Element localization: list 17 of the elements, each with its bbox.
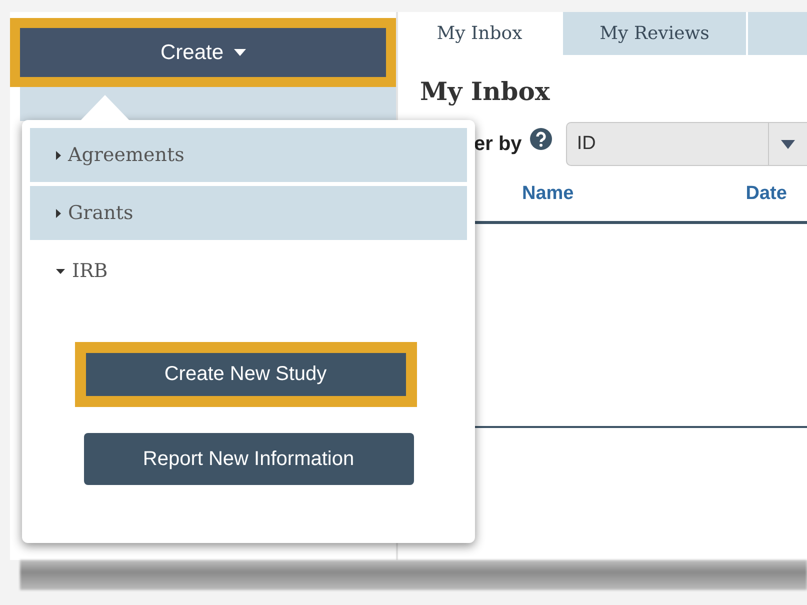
column-header[interactable]: Date: [746, 182, 787, 204]
caret-icon: [234, 49, 246, 56]
column-header[interactable]: Name: [522, 182, 574, 204]
filter-select[interactable]: ID: [566, 122, 807, 166]
create-button[interactable]: Create: [20, 28, 386, 77]
caret-icon: [56, 208, 61, 218]
action-button[interactable]: Report New Information: [84, 433, 414, 485]
page-heading: My Inbox: [420, 77, 551, 106]
filter-label: er by: [474, 132, 522, 156]
menu-category[interactable]: Grants: [30, 186, 467, 240]
menu-category[interactable]: Agreements: [30, 128, 467, 182]
tab[interactable]: My Reviews: [563, 12, 746, 55]
help-icon[interactable]: [530, 128, 552, 150]
action-button[interactable]: Create New Study: [86, 353, 406, 396]
dropdown-arrow-icon: [781, 140, 795, 148]
caret-icon: [56, 268, 65, 274]
caret-icon: [56, 150, 61, 160]
